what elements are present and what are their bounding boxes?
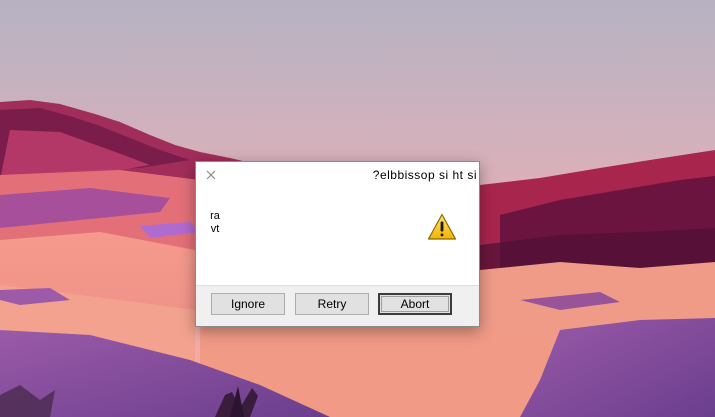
ignore-button[interactable]: Ignore: [211, 293, 285, 315]
dialog-titlebar: ?elbbissop si ht si: [196, 162, 479, 186]
close-icon[interactable]: [202, 166, 220, 184]
warning-icon: [427, 213, 457, 241]
abort-button[interactable]: Abort: [378, 293, 452, 315]
message-box-dialog: ?elbbissop si ht si ravt Ignore Retry Ab…: [195, 161, 480, 327]
retry-button[interactable]: Retry: [295, 293, 369, 315]
dialog-message: ravt: [210, 210, 220, 235]
dialog-button-bar: Ignore Retry Abort: [196, 285, 479, 326]
dialog-title: ?elbbissop si ht si: [372, 168, 477, 182]
